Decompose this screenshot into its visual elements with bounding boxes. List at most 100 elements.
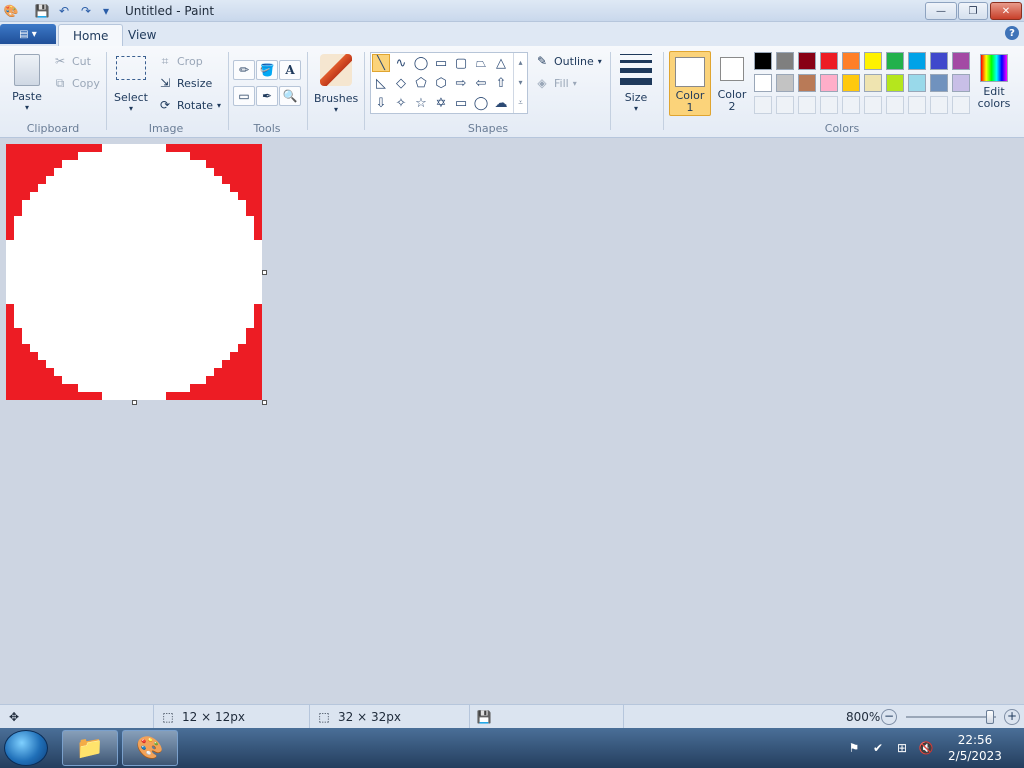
palette-swatch[interactable]: [886, 74, 904, 92]
palette-swatch[interactable]: [930, 52, 948, 70]
magnifier-icon[interactable]: 🔍: [279, 86, 301, 106]
outline-button[interactable]: ✎ Outline ▾: [534, 52, 602, 70]
custom-color-slot[interactable]: [952, 96, 970, 114]
custom-color-slot[interactable]: [820, 96, 838, 114]
rounded-callout-shape-icon[interactable]: ▭: [452, 94, 470, 112]
cloud-callout-shape-icon[interactable]: ☁: [492, 94, 510, 112]
pencil-icon[interactable]: ✏: [233, 60, 255, 80]
crop-button[interactable]: ⌗ Crop: [157, 52, 203, 70]
palette-swatch[interactable]: [820, 52, 838, 70]
custom-color-slot[interactable]: [930, 96, 948, 114]
cursor-position: ✥: [0, 705, 154, 729]
select-button[interactable]: Select ▾: [114, 52, 148, 116]
palette-swatch[interactable]: [930, 74, 948, 92]
clock[interactable]: 22:56 2/5/2023: [940, 732, 1010, 764]
palette-swatch[interactable]: [908, 74, 926, 92]
custom-color-slot[interactable]: [798, 96, 816, 114]
tab-view[interactable]: View: [114, 24, 170, 46]
palette-swatch[interactable]: [842, 74, 860, 92]
drawing-canvas[interactable]: [6, 144, 262, 400]
palette-swatch[interactable]: [798, 74, 816, 92]
shapes-scrollbar[interactable]: ▴ ▾ ⩡: [513, 53, 527, 113]
network-icon[interactable]: ⊞: [894, 740, 910, 756]
custom-color-slot[interactable]: [864, 96, 882, 114]
paint-app-icon[interactable]: 🎨: [3, 3, 19, 19]
oval-shape-icon[interactable]: ◯: [412, 54, 430, 72]
paint-taskbar-icon[interactable]: 🎨: [122, 730, 178, 766]
color-picker-icon[interactable]: ✒: [256, 86, 278, 106]
palette-swatch[interactable]: [886, 52, 904, 70]
palette-swatch[interactable]: [864, 52, 882, 70]
resize-button[interactable]: ⇲ Resize: [157, 74, 212, 92]
up-arrow-shape-icon[interactable]: ⇧: [492, 74, 510, 92]
fill-bucket-icon[interactable]: 🪣: [256, 60, 278, 80]
right-triangle-shape-icon[interactable]: ◺: [372, 74, 390, 92]
cut-button[interactable]: ✂ Cut: [52, 52, 91, 70]
start-button[interactable]: [4, 730, 48, 766]
line-shape-icon[interactable]: ╲: [372, 54, 390, 72]
redo-icon[interactable]: ↷: [78, 3, 94, 19]
diamond-shape-icon[interactable]: ◇: [392, 74, 410, 92]
right-arrow-shape-icon[interactable]: ⇨: [452, 74, 470, 92]
palette-swatch[interactable]: [820, 74, 838, 92]
palette-swatch[interactable]: [842, 52, 860, 70]
text-icon[interactable]: A: [279, 60, 301, 80]
copy-button[interactable]: ⧉ Copy: [52, 74, 100, 92]
palette-swatch[interactable]: [864, 74, 882, 92]
zoom-in-button[interactable]: +: [1004, 709, 1020, 725]
pentagon-shape-icon[interactable]: ⬠: [412, 74, 430, 92]
resize-handle-right[interactable]: [262, 270, 267, 275]
custom-color-slot[interactable]: [842, 96, 860, 114]
action-center-icon[interactable]: ⚑: [846, 740, 862, 756]
brushes-button[interactable]: Brushes ▾: [314, 52, 358, 116]
six-point-star-shape-icon[interactable]: ✡: [432, 94, 450, 112]
custom-color-slot[interactable]: [754, 96, 772, 114]
oval-callout-shape-icon[interactable]: ◯: [472, 94, 490, 112]
zoom-slider[interactable]: [906, 716, 996, 718]
close-button[interactable]: ✕: [990, 2, 1022, 20]
help-icon[interactable]: ?: [1005, 26, 1019, 40]
five-point-star-shape-icon[interactable]: ☆: [412, 94, 430, 112]
file-explorer-icon[interactable]: 📁: [62, 730, 118, 766]
polygon-shape-icon[interactable]: ⏢: [472, 54, 490, 72]
four-point-star-shape-icon[interactable]: ✧: [392, 94, 410, 112]
resize-handle-bottom[interactable]: [132, 400, 137, 405]
volume-muted-icon[interactable]: 🔇: [918, 740, 934, 756]
custom-color-slot[interactable]: [776, 96, 794, 114]
paint-menu-button[interactable]: ▤ ▾: [0, 24, 56, 44]
zoom-out-button[interactable]: −: [881, 709, 897, 725]
save-icon[interactable]: 💾: [34, 3, 50, 19]
fill-button[interactable]: ◈ Fill ▾: [534, 74, 576, 92]
rectangle-shape-icon[interactable]: ▭: [432, 54, 450, 72]
palette-swatch[interactable]: [952, 74, 970, 92]
palette-swatch[interactable]: [776, 74, 794, 92]
custom-color-slot[interactable]: [886, 96, 904, 114]
edit-colors-button[interactable]: Edit colors: [976, 52, 1012, 116]
undo-icon[interactable]: ↶: [56, 3, 72, 19]
rounded-rectangle-shape-icon[interactable]: ▢: [452, 54, 470, 72]
palette-swatch[interactable]: [754, 74, 772, 92]
color1-button[interactable]: Color 1: [669, 51, 711, 116]
palette-swatch[interactable]: [908, 52, 926, 70]
color2-button[interactable]: Color 2: [716, 51, 748, 116]
eraser-icon[interactable]: ▭: [233, 86, 255, 106]
down-arrow-shape-icon[interactable]: ⇩: [372, 94, 390, 112]
minimize-button[interactable]: —: [925, 2, 957, 20]
customize-qat-icon[interactable]: ▾: [98, 3, 114, 19]
custom-color-slot[interactable]: [908, 96, 926, 114]
maximize-button[interactable]: ❐: [958, 2, 988, 20]
resize-handle-corner[interactable]: [262, 400, 267, 405]
palette-swatch[interactable]: [754, 52, 772, 70]
paste-button[interactable]: Paste ▾: [10, 52, 44, 116]
hexagon-shape-icon[interactable]: ⬡: [432, 74, 450, 92]
palette-swatch[interactable]: [952, 52, 970, 70]
size-button[interactable]: Size ▾: [616, 52, 656, 116]
palette-swatch[interactable]: [776, 52, 794, 70]
zoom-slider-thumb[interactable]: [985, 710, 994, 724]
left-arrow-shape-icon[interactable]: ⇦: [472, 74, 490, 92]
security-icon[interactable]: ✔: [870, 740, 886, 756]
palette-swatch[interactable]: [798, 52, 816, 70]
rotate-button[interactable]: ⟳ Rotate ▾: [157, 96, 221, 114]
curve-shape-icon[interactable]: ∿: [392, 54, 410, 72]
triangle-shape-icon[interactable]: △: [492, 54, 510, 72]
